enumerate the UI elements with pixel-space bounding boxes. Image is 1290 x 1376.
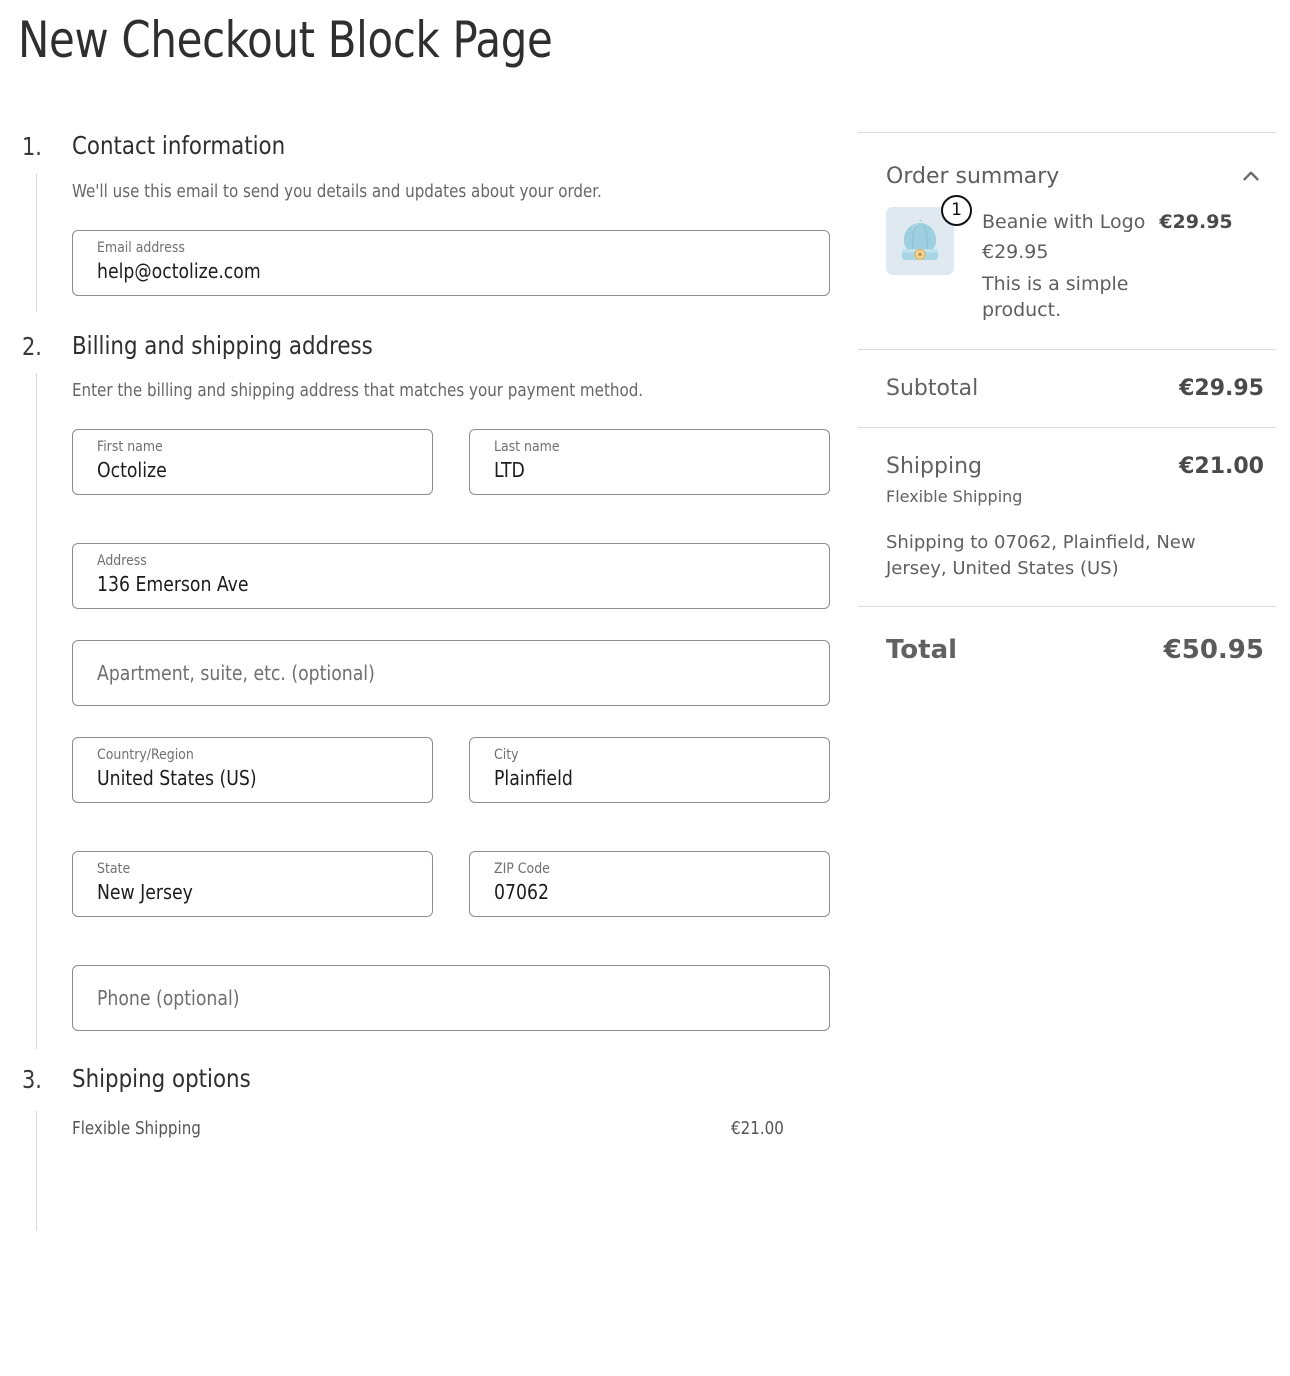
phone-field[interactable]: Phone (optional) [72, 965, 830, 1031]
order-line-item: 1 Beanie with Logo €29.95 €29.95 This is… [858, 189, 1276, 349]
step-title: Contact information [72, 131, 286, 160]
name-row: First name Octolize Last name LTD [72, 429, 830, 512]
chevron-up-icon[interactable] [1238, 163, 1264, 189]
step-connector-line [36, 173, 37, 312]
state-zip-row: State New Jersey ZIP Code 07062 [72, 851, 830, 934]
step-body: Enter the billing and shipping address t… [36, 373, 830, 1049]
step-body: We'll use this email to send you details… [36, 173, 830, 312]
order-summary-header[interactable]: Order summary [858, 133, 1276, 189]
subtotal-label: Subtotal [886, 376, 979, 402]
step-description: We'll use this email to send you details… [72, 181, 602, 202]
field-label: Address [97, 553, 147, 569]
step-connector-line [36, 373, 37, 1049]
shipping-value: €21.00 [1179, 454, 1264, 480]
shipping-option-price: €21.00 [730, 1118, 784, 1139]
total-row: Total €50.95 [858, 607, 1276, 665]
total-value: €50.95 [1163, 635, 1264, 666]
step-body: Flexible Shipping €21.00 [36, 1110, 830, 1231]
step-number: 2. [22, 331, 42, 361]
shipping-destination: Shipping to 07062, Plainfield, New Jerse… [886, 532, 1196, 580]
email-address-field[interactable]: Email address help@octolize.com [72, 229, 830, 296]
shipping-option-label: Flexible Shipping [72, 1118, 201, 1139]
total-label: Total [886, 635, 958, 666]
step-shipping-options: 3. Shipping options Flexible Shipping €2… [0, 1064, 830, 1231]
field-label: First name [97, 439, 163, 455]
order-summary-title: Order summary [886, 163, 1060, 189]
order-item-info: Beanie with Logo €29.95 €29.95 This is a… [982, 207, 1270, 323]
field-label: Email address [97, 239, 185, 256]
field-value: 07062 [494, 880, 549, 905]
quantity-badge: 1 [941, 195, 972, 226]
field-label: ZIP Code [494, 861, 550, 877]
shipping-row: Shipping €21.00 [886, 454, 1264, 479]
subtotal-row: Subtotal €29.95 [858, 350, 1276, 427]
field-label: Last name [494, 439, 560, 455]
field-value: help@octolize.com [97, 258, 261, 283]
apartment-field[interactable]: Apartment, suite, etc. (optional) [72, 640, 830, 706]
step-contact-information: 1. Contact information We'll use this em… [0, 131, 830, 312]
product-line-total: €29.95 [1159, 211, 1233, 233]
page-title: New Checkout Block Page [18, 11, 553, 69]
shipping-option-row[interactable]: Flexible Shipping €21.00 [72, 1119, 830, 1139]
field-value: Octolize [97, 458, 167, 483]
field-label: City [494, 747, 519, 763]
field-value: 136 Emerson Ave [97, 572, 249, 597]
subtotal-value: €29.95 [1179, 376, 1264, 402]
zip-code-field[interactable]: ZIP Code 07062 [469, 851, 830, 917]
step-number: 3. [22, 1065, 42, 1094]
product-unit-price: €29.95 [982, 241, 1049, 263]
shipping-label: Shipping [886, 454, 982, 480]
first-name-field[interactable]: First name Octolize [72, 429, 433, 495]
step-title: Shipping options [72, 1064, 251, 1093]
product-name[interactable]: Beanie with Logo [982, 211, 1145, 233]
step-title: Billing and shipping address [72, 330, 373, 360]
shipping-summary-block: Shipping €21.00 Flexible Shipping Shippi… [858, 428, 1276, 606]
step-description: Enter the billing and shipping address t… [72, 381, 644, 401]
product-thumbnail-wrap: 1 [886, 195, 972, 323]
step-number: 1. [22, 132, 42, 161]
step-connector-line [36, 1110, 37, 1231]
step-billing-shipping-address: 2. Billing and shipping address Enter th… [0, 330, 830, 1049]
country-city-row: Country/Region United States (US) City P… [72, 737, 830, 820]
order-summary-panel: Order summary 1 Beanie with Logo €29.95 … [858, 132, 1276, 665]
field-value: LTD [494, 458, 525, 483]
last-name-field[interactable]: Last name LTD [469, 429, 830, 495]
product-description: This is a simple product. [982, 273, 1129, 321]
country-region-field[interactable]: Country/Region United States (US) [72, 737, 433, 803]
field-placeholder: Apartment, suite, etc. (optional) [97, 661, 375, 685]
order-item-top-row: Beanie with Logo €29.95 [982, 211, 1270, 233]
checkout-form-column: 1. Contact information We'll use this em… [0, 131, 830, 1231]
field-label: State [97, 861, 131, 877]
field-value: New Jersey [97, 880, 193, 905]
state-field[interactable]: State New Jersey [72, 851, 433, 917]
shipping-method-name: Flexible Shipping [886, 487, 1023, 507]
field-label: Country/Region [97, 747, 194, 763]
city-field[interactable]: City Plainfield [469, 737, 830, 803]
field-placeholder: Phone (optional) [97, 986, 240, 1010]
field-value: Plainfield [494, 766, 573, 791]
address-field[interactable]: Address 136 Emerson Ave [72, 543, 830, 609]
field-value: United States (US) [97, 766, 257, 791]
